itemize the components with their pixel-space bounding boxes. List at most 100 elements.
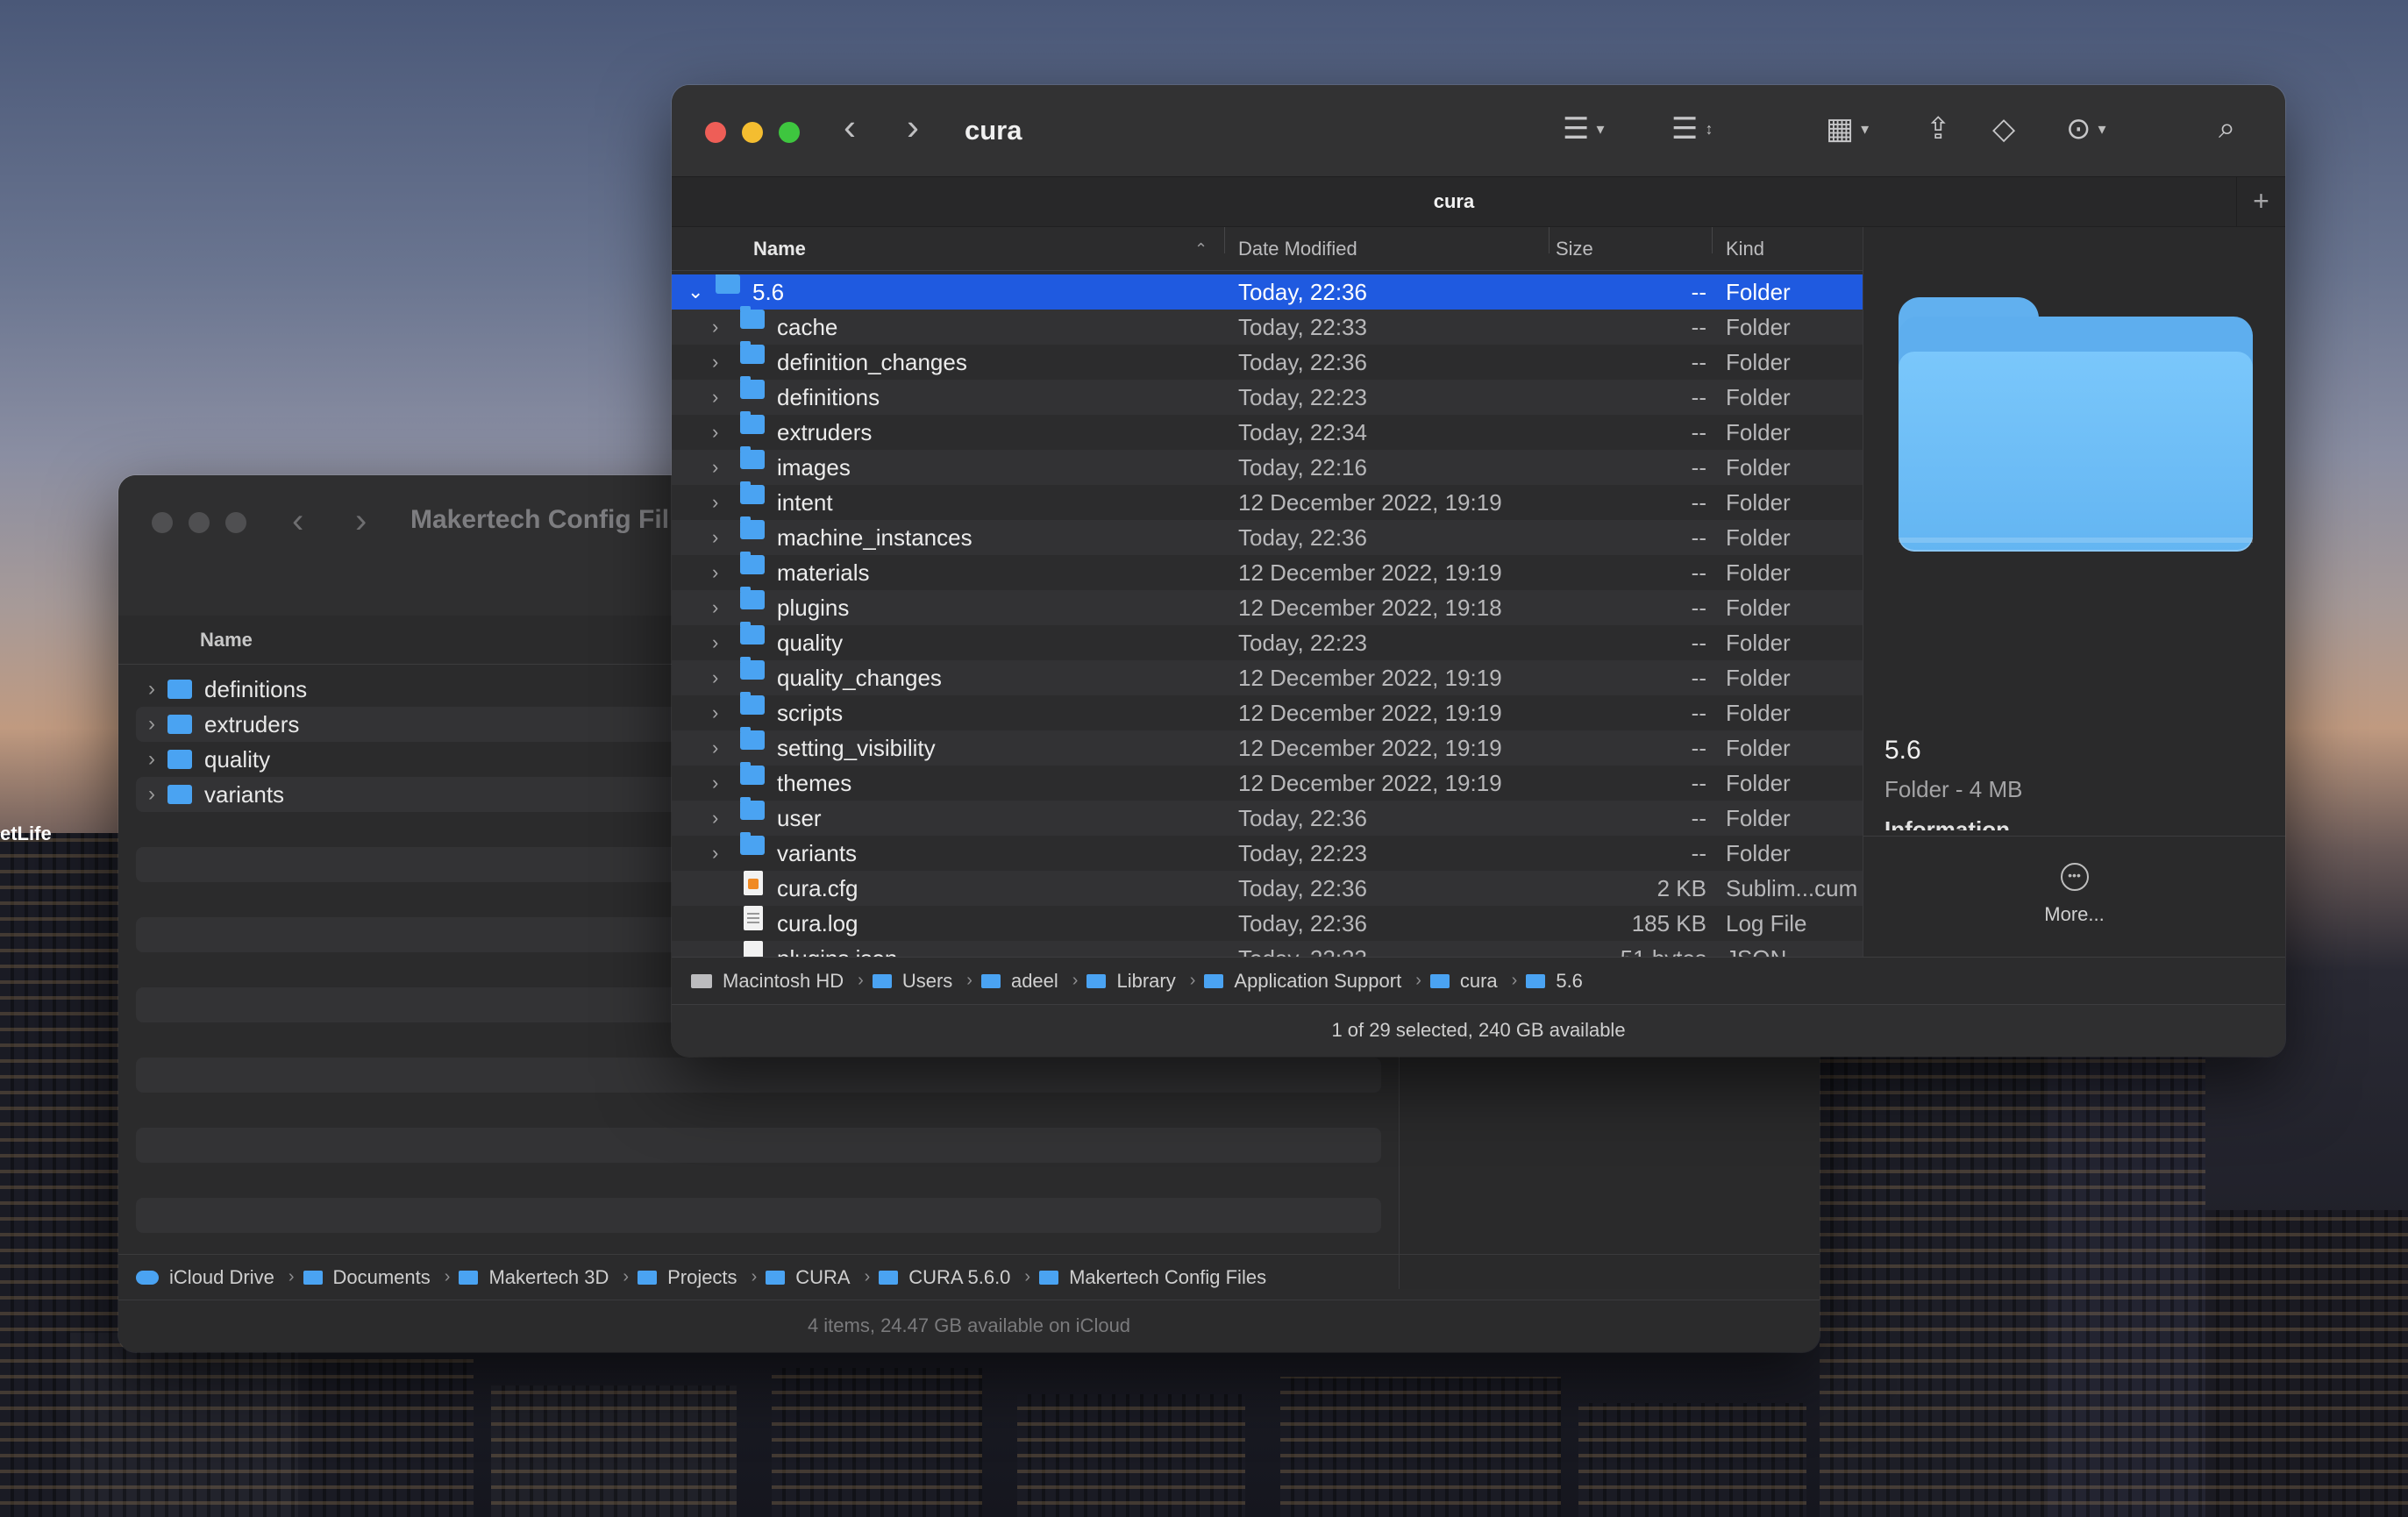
file-size: -- — [1691, 630, 1706, 656]
back-icon[interactable]: ‹ — [844, 106, 856, 148]
name-column-header[interactable]: Name — [753, 227, 806, 271]
path-crumb[interactable]: Library › — [1086, 970, 1204, 993]
path-crumb[interactable]: Macintosh HD › — [691, 970, 873, 993]
group-by-button[interactable]: ☰ ▾ — [1563, 111, 1605, 146]
file-row[interactable]: cura.log Today, 22:36 185 KB Log File — [672, 906, 1863, 941]
file-row[interactable]: › plugins 12 December 2022, 19:18 -- Folder — [672, 587, 1863, 625]
file-kind: Folder — [1726, 559, 1791, 586]
file-row[interactable]: › scripts 12 December 2022, 19:19 -- Folder — [672, 692, 1863, 730]
chevron-right-icon[interactable]: › — [712, 485, 718, 520]
document-icon — [744, 906, 763, 930]
size-column-header[interactable]: Size — [1556, 227, 1593, 271]
search-button[interactable]: ⌕ — [2219, 111, 2235, 146]
chevron-right-icon[interactable]: › — [712, 660, 718, 695]
chevron-right-icon[interactable]: › — [712, 310, 718, 345]
preview-more-button[interactable]: ••• More... — [1863, 836, 2285, 958]
chevron-right-icon[interactable]: › — [712, 625, 718, 660]
chevron-right-icon[interactable]: › — [712, 450, 718, 485]
file-row[interactable]: cura.cfg Today, 22:36 2 KB Sublim...cum — [672, 871, 1863, 906]
chevron-right-icon[interactable]: › — [712, 730, 718, 766]
file-row[interactable]: › images Today, 22:16 -- Folder — [672, 446, 1863, 485]
preview-subtitle: Folder - 4 MB — [1884, 776, 2023, 802]
file-kind: Folder — [1726, 314, 1791, 340]
folder-icon — [879, 1270, 899, 1285]
chevron-right-icon[interactable]: › — [136, 747, 167, 772]
file-size: -- — [1691, 770, 1706, 796]
path-crumb[interactable]: Users › — [872, 970, 981, 993]
path-crumb[interactable]: Application Support › — [1204, 970, 1429, 993]
path-crumb[interactable]: CURA 5.6.0 › — [879, 1266, 1039, 1289]
file-row[interactable]: › intent 12 December 2022, 19:19 -- Folder — [672, 481, 1863, 520]
minimize-button[interactable] — [742, 122, 763, 143]
back-zoom-button[interactable] — [225, 512, 246, 533]
file-size: -- — [1691, 840, 1706, 866]
back-close-button[interactable] — [152, 512, 173, 533]
path-crumb[interactable]: cura › — [1429, 970, 1526, 993]
back-name-column[interactable]: Name — [200, 616, 253, 665]
chevron-right-icon[interactable]: › — [712, 766, 718, 801]
close-button[interactable] — [705, 122, 726, 143]
folder-icon — [167, 785, 192, 804]
folder-icon — [1429, 973, 1450, 988]
file-name: definitions — [777, 384, 880, 410]
chevron-down-icon[interactable]: ⌄ — [687, 274, 703, 310]
chevron-right-icon: › — [623, 1267, 630, 1286]
path-crumb[interactable]: Documents › — [303, 1266, 460, 1289]
path-crumb[interactable]: 5.6 — [1526, 970, 1583, 993]
file-row[interactable]: › quality Today, 22:23 -- Folder — [672, 622, 1863, 660]
chevron-right-icon[interactable]: › — [136, 712, 167, 737]
path-crumb[interactable]: Makertech 3D › — [459, 1266, 638, 1289]
path-crumb-label: CURA — [795, 1265, 851, 1288]
chevron-right-icon[interactable]: › — [712, 836, 718, 871]
zoom-button[interactable] — [779, 122, 800, 143]
chevron-right-icon[interactable]: › — [712, 380, 718, 415]
path-crumb[interactable]: adeel › — [980, 970, 1087, 993]
arrange-button[interactable]: ▦ ▾ — [1826, 111, 1869, 146]
chevron-right-icon[interactable]: › — [712, 415, 718, 450]
path-bar: Macintosh HD › Users › adeel › Library › Applica… — [672, 957, 2285, 1004]
chevron-right-icon[interactable]: › — [712, 590, 718, 625]
file-row[interactable]: plugins.json Today, 22:23 51 bytes JSON — [672, 941, 1863, 957]
more-actions-button[interactable]: ⊙ ▾ — [2066, 111, 2106, 146]
chevron-right-icon[interactable]: › — [712, 520, 718, 555]
path-crumb[interactable]: Makertech Config Files — [1039, 1266, 1266, 1289]
kind-column-header[interactable]: Kind — [1726, 227, 1764, 271]
chevron-right-icon[interactable]: › — [136, 677, 167, 702]
file-row[interactable]: › setting_visibility 12 December 2022, 19:… — [672, 727, 1863, 766]
chevron-right-icon[interactable]: › — [712, 801, 718, 836]
path-crumb[interactable]: CURA › — [766, 1266, 879, 1289]
file-row[interactable]: › themes 12 December 2022, 19:19 -- Folder — [672, 762, 1863, 801]
file-size: -- — [1691, 524, 1706, 551]
file-row[interactable]: › extruders Today, 22:34 -- Folder — [672, 411, 1863, 450]
chevron-right-icon[interactable]: › — [712, 695, 718, 730]
file-row[interactable]: › definition_changes Today, 22:36 -- Folder — [672, 341, 1863, 380]
path-crumb[interactable]: iCloud Drive › — [136, 1266, 303, 1289]
folder-icon — [740, 446, 765, 469]
share-button[interactable]: ⇪ — [1926, 111, 1951, 146]
view-mode-button[interactable]: ☰ ↕ — [1671, 111, 1713, 146]
finder-window-cura[interactable]: ‹ › cura ☰ ▾ ☰ ↕ ▦ ▾ ⇪ ◇ ⊙ ▾ ⌕ cura + Name ⌃ — [672, 85, 2285, 1057]
folder-icon — [1526, 973, 1546, 988]
back-minimize-button[interactable] — [189, 512, 210, 533]
file-row[interactable]: › quality_changes 12 December 2022, 19:19 -… — [672, 657, 1863, 695]
forward-icon[interactable]: › — [907, 106, 919, 148]
path-crumb[interactable]: Projects › — [638, 1266, 766, 1289]
file-row[interactable]: › materials 12 December 2022, 19:19 -- Folde… — [672, 552, 1863, 590]
back-back-icon[interactable]: ‹ — [292, 502, 303, 541]
chevron-right-icon[interactable]: › — [712, 555, 718, 590]
file-row[interactable]: › variants Today, 22:23 -- Folder — [672, 832, 1863, 871]
back-forward-icon[interactable]: › — [355, 502, 367, 541]
file-row[interactable]: › user Today, 22:36 -- Folder — [672, 797, 1863, 836]
date-column-header[interactable]: Date Modified — [1238, 227, 1357, 271]
file-row[interactable]: ⌄ 5.6 Today, 22:36 -- Folder — [672, 274, 1863, 310]
back-item-name: definitions — [204, 675, 308, 702]
tab-cura[interactable]: cura — [672, 177, 2236, 226]
chevron-right-icon[interactable]: › — [712, 345, 718, 380]
file-row[interactable]: › machine_instances Today, 22:36 -- Folder — [672, 516, 1863, 555]
file-name: cura.cfg — [777, 875, 858, 901]
file-row[interactable]: › definitions Today, 22:23 -- Folder — [672, 376, 1863, 415]
new-tab-button[interactable]: + — [2236, 177, 2285, 226]
tag-button[interactable]: ◇ — [1992, 111, 2015, 146]
file-row[interactable]: › cache Today, 22:33 -- Folder — [672, 306, 1863, 345]
chevron-right-icon[interactable]: › — [136, 782, 167, 807]
